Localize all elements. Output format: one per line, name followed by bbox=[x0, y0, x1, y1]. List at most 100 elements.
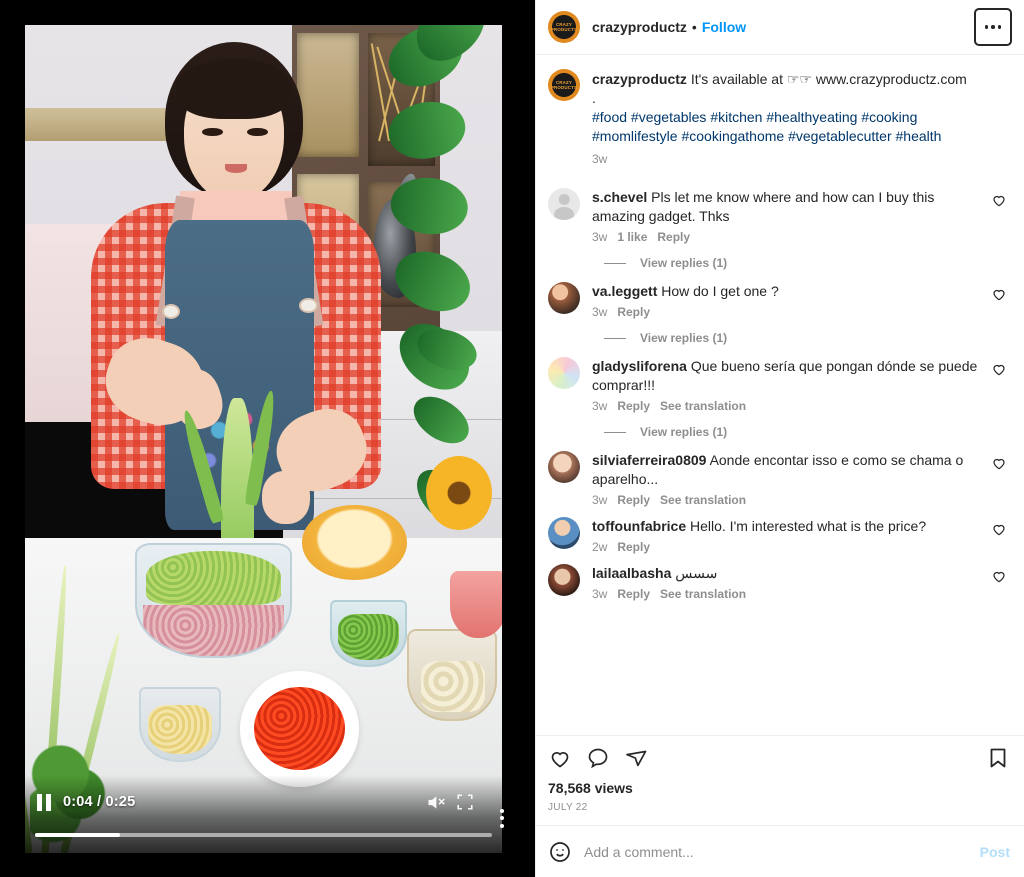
view-replies-label: View replies (1) bbox=[640, 256, 728, 270]
comment-like-icon[interactable] bbox=[988, 564, 1010, 584]
comment-text: toffounfabrice Hello. I'm interested wha… bbox=[592, 517, 988, 536]
comment-reply-button[interactable]: Reply bbox=[617, 587, 650, 601]
caption-message: It's available at ☞☞ www.crazyproductz.c… bbox=[690, 71, 967, 87]
view-replies-button[interactable]: View replies (1) bbox=[604, 425, 1010, 439]
bangs bbox=[176, 59, 292, 120]
comment-body: gladysliforena Que bueno sería que ponga… bbox=[592, 357, 988, 413]
comment-body: silviaferreira0809 Aonde encontar isso e… bbox=[592, 451, 988, 507]
view-replies-label: View replies (1) bbox=[640, 425, 728, 439]
comment-avatar[interactable] bbox=[548, 564, 580, 596]
comment-item: s.chevel Pls let me know where and how c… bbox=[548, 180, 1010, 244]
yellow-plate bbox=[301, 505, 407, 580]
video-progress-fill bbox=[35, 833, 120, 837]
sunflower bbox=[425, 455, 493, 531]
comments-feed: CRAZY PRODUCTS crazyproductz It's availa… bbox=[536, 55, 1024, 735]
caption-avatar[interactable]: CRAZY PRODUCTS bbox=[548, 69, 580, 101]
share-icon[interactable] bbox=[624, 746, 648, 770]
video-more-options-icon[interactable] bbox=[491, 803, 513, 833]
comment-icon[interactable] bbox=[586, 746, 610, 770]
comment-like-icon[interactable] bbox=[988, 357, 1010, 377]
comment-timestamp: 3w bbox=[592, 493, 608, 507]
comment-body: s.chevel Pls let me know where and how c… bbox=[592, 188, 988, 244]
comment-text: s.chevel Pls let me know where and how c… bbox=[592, 188, 988, 226]
comment-reply-button[interactable]: Reply bbox=[617, 399, 650, 413]
comment-avatar[interactable] bbox=[548, 451, 580, 483]
caption-second-line: . bbox=[592, 90, 596, 106]
comment-avatar[interactable] bbox=[548, 357, 580, 389]
red-bowl bbox=[449, 571, 502, 638]
comment-list: s.chevel Pls let me know where and how c… bbox=[548, 180, 1010, 601]
comment-reply-button[interactable]: Reply bbox=[617, 305, 650, 319]
header-username[interactable]: crazyproductz bbox=[592, 19, 687, 35]
comment-text: silviaferreira0809 Aonde encontar isso e… bbox=[592, 451, 988, 489]
comment-timestamp: 3w bbox=[592, 399, 608, 413]
add-comment-input[interactable] bbox=[584, 843, 968, 860]
comment-meta: 3w Reply See translation bbox=[592, 493, 988, 507]
chopped-pink-filling bbox=[142, 604, 284, 657]
comment-see-translation[interactable]: See translation bbox=[660, 399, 746, 413]
caption-username[interactable]: crazyproductz bbox=[592, 71, 687, 87]
chopped-chives bbox=[338, 613, 399, 660]
comment-see-translation[interactable]: See translation bbox=[660, 587, 746, 601]
instagram-post-page: 0:04 / 0:25 CRAZY PRODUCTS crazyproductz… bbox=[0, 0, 1024, 877]
avatar[interactable]: CRAZY PRODUCTS bbox=[548, 11, 580, 43]
like-icon[interactable] bbox=[548, 746, 572, 770]
eye bbox=[247, 127, 268, 137]
comment-avatar[interactable] bbox=[548, 282, 580, 314]
comment-item: lailaalbasha سسس 3w Reply See translation bbox=[548, 556, 1010, 601]
view-replies-button[interactable]: View replies (1) bbox=[604, 331, 1010, 345]
caption-row: CRAZY PRODUCTS crazyproductz It's availa… bbox=[548, 69, 1010, 166]
comment-see-translation[interactable]: See translation bbox=[660, 493, 746, 507]
replies-divider bbox=[604, 262, 626, 264]
comment-reply-button[interactable]: Reply bbox=[657, 230, 690, 244]
action-icon-row bbox=[548, 746, 1010, 770]
more-options-button[interactable] bbox=[974, 8, 1012, 46]
save-icon[interactable] bbox=[986, 746, 1010, 770]
comment-like-count[interactable]: 1 like bbox=[617, 230, 647, 244]
comment-text: lailaalbasha سسس bbox=[592, 564, 988, 583]
follow-button[interactable]: Follow bbox=[702, 19, 746, 35]
comment-text: gladysliforena Que bueno sería que ponga… bbox=[592, 357, 988, 395]
comment-reply-button[interactable]: Reply bbox=[617, 540, 650, 554]
comment-like-icon[interactable] bbox=[988, 282, 1010, 302]
mute-icon[interactable] bbox=[420, 787, 450, 817]
comment-body: lailaalbasha سسس 3w Reply See translation bbox=[592, 564, 988, 601]
comment-meta: 3w 1 like Reply bbox=[592, 230, 988, 244]
comment-meta: 3w Reply See translation bbox=[592, 587, 988, 601]
comment-like-icon[interactable] bbox=[988, 451, 1010, 471]
view-replies-button[interactable]: View replies (1) bbox=[604, 256, 1010, 270]
comment-like-icon[interactable] bbox=[988, 188, 1010, 208]
pause-button[interactable] bbox=[31, 793, 57, 811]
comment-avatar[interactable] bbox=[548, 517, 580, 549]
avatar-brand-text: CRAZY PRODUCTS bbox=[548, 11, 580, 43]
comment-item: va.leggett How do I get one ? 3w Reply bbox=[548, 274, 1010, 319]
comment-username[interactable]: va.leggett bbox=[592, 283, 657, 299]
post-date: JULY 22 bbox=[548, 802, 588, 813]
fullscreen-icon[interactable] bbox=[450, 787, 480, 817]
video-progress-bar[interactable] bbox=[35, 833, 492, 837]
chopped-leek-filling bbox=[145, 551, 281, 605]
comment-body: va.leggett How do I get one ? 3w Reply bbox=[592, 282, 988, 319]
add-comment-bar: Post bbox=[536, 825, 1024, 877]
comment-item: gladysliforena Que bueno sería que ponga… bbox=[548, 349, 1010, 413]
caption-hashtags-line2[interactable]: #momlifestyle #cookingathome #vegetablec… bbox=[592, 127, 1010, 146]
emoji-icon[interactable] bbox=[548, 840, 572, 864]
video-player[interactable]: 0:04 / 0:25 bbox=[25, 25, 502, 853]
comment-username[interactable]: toffounfabrice bbox=[592, 518, 686, 534]
comment-username[interactable]: lailaalbasha bbox=[592, 565, 671, 581]
comment-username[interactable]: s.chevel bbox=[592, 189, 647, 205]
comment-timestamp: 3w bbox=[592, 230, 608, 244]
caption-timestamp: 3w bbox=[592, 152, 608, 166]
video-pane: 0:04 / 0:25 bbox=[0, 0, 535, 877]
comment-username[interactable]: silviaferreira0809 bbox=[592, 452, 706, 468]
apron-button bbox=[299, 297, 318, 314]
comment-message: How do I get one ? bbox=[661, 283, 779, 299]
comment-like-icon[interactable] bbox=[988, 517, 1010, 537]
minced-ginger bbox=[147, 704, 213, 755]
caption-hashtags-line1[interactable]: #food #vegetables #kitchen #healthyeatin… bbox=[592, 108, 1010, 127]
comment-reply-button[interactable]: Reply bbox=[617, 493, 650, 507]
comment-avatar[interactable] bbox=[548, 188, 580, 220]
video-controls-row: 0:04 / 0:25 bbox=[25, 787, 502, 817]
comment-username[interactable]: gladysliforena bbox=[592, 358, 687, 374]
post-comment-button[interactable]: Post bbox=[980, 844, 1010, 860]
